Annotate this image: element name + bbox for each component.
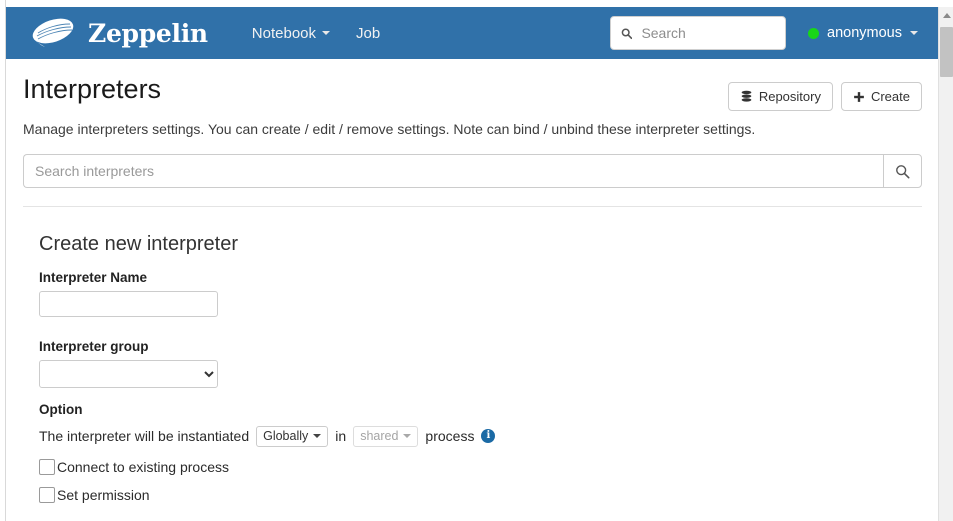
nav-item-job[interactable]: Job	[356, 25, 380, 42]
create-button[interactable]: Create	[840, 82, 922, 111]
connect-existing-process-checkbox[interactable]	[39, 458, 55, 475]
navbar-search-box[interactable]	[610, 16, 787, 50]
nav-item-notebook[interactable]: Notebook	[251, 24, 331, 42]
repository-button-label: Repository	[758, 89, 821, 104]
instantiation-scope-select[interactable]: Globally	[256, 426, 329, 447]
set-permission-row: Set permission	[39, 486, 922, 503]
vertical-scrollbar[interactable]	[938, 7, 953, 521]
user-menu[interactable]: anonymous	[808, 25, 918, 41]
interpreter-name-label: Interpreter Name	[39, 270, 148, 286]
instantiation-process-select[interactable]: shared	[353, 426, 419, 447]
search-icon	[621, 27, 633, 39]
chevron-down-icon	[322, 31, 331, 35]
instantiation-text-1: The interpreter will be instantiated	[39, 428, 250, 445]
create-form-title: Create new interpreter	[39, 233, 238, 256]
search-icon	[896, 164, 910, 179]
user-menu-label: anonymous	[827, 25, 902, 41]
interpreter-search-input[interactable]	[23, 154, 883, 189]
plus-icon	[854, 91, 864, 102]
page-header: Interpreters Repository Create	[23, 59, 922, 111]
window-top-edge	[0, 0, 953, 7]
create-interpreter-form: Create new interpreter Interpreter Name …	[23, 233, 922, 503]
primary-nav: Notebook Job	[252, 25, 380, 42]
top-navbar: Zeppelin Notebook Job anonymous	[6, 7, 938, 59]
interpreter-search-button[interactable]	[883, 154, 922, 189]
interpreter-group-label: Interpreter group	[39, 339, 149, 355]
set-permission-label[interactable]: Set permission	[57, 487, 150, 503]
navbar-right-group: anonymous	[610, 16, 918, 50]
brand-name: Zeppelin	[88, 18, 208, 48]
database-stack-icon	[741, 90, 752, 102]
connect-existing-process-row: Connect to existing process	[39, 458, 922, 475]
chevron-down-icon	[313, 434, 322, 439]
chevron-down-icon	[403, 434, 412, 439]
option-section-label: Option	[39, 402, 83, 418]
brand-logo-link[interactable]: Zeppelin	[28, 17, 208, 49]
instantiation-process-value: shared	[360, 429, 399, 444]
set-permission-checkbox[interactable]	[39, 486, 55, 503]
instantiation-scope-value: Globally	[263, 429, 309, 444]
chevron-up-icon	[942, 13, 951, 18]
section-divider	[23, 206, 922, 208]
scrollbar-thumb[interactable]	[940, 27, 953, 77]
connect-existing-process-label[interactable]: Connect to existing process	[57, 459, 229, 475]
repository-button[interactable]: Repository	[727, 82, 833, 111]
nav-item-notebook-label: Notebook	[251, 24, 317, 42]
page-description: Manage interpreters settings. You can cr…	[23, 121, 756, 137]
info-circle-icon[interactable]: i	[481, 429, 496, 444]
interpreter-group-select[interactable]	[39, 360, 218, 389]
interpreter-search-row	[23, 154, 922, 189]
main-content: Interpreters Repository Create Manage in…	[7, 59, 938, 521]
user-status-dot-icon	[808, 27, 820, 39]
instantiation-text-3: process	[425, 428, 475, 445]
nav-item-job-label: Job	[356, 24, 381, 42]
scrollbar-up-arrow[interactable]	[939, 7, 953, 24]
page-title: Interpreters	[23, 74, 162, 104]
page-header-actions: Repository Create	[727, 73, 922, 111]
zeppelin-blimp-logo-icon	[32, 18, 74, 47]
interpreter-name-input[interactable]	[39, 291, 218, 318]
create-button-label: Create	[870, 89, 910, 104]
instantiation-text-2: in	[335, 428, 347, 445]
chevron-down-icon	[910, 31, 918, 35]
page-root: Zeppelin Notebook Job anonymous	[0, 0, 953, 521]
window-left-edge	[0, 0, 6, 521]
navbar-search-input[interactable]	[639, 24, 776, 42]
instantiation-option-row: The interpreter will be instantiated Glo…	[39, 426, 922, 447]
